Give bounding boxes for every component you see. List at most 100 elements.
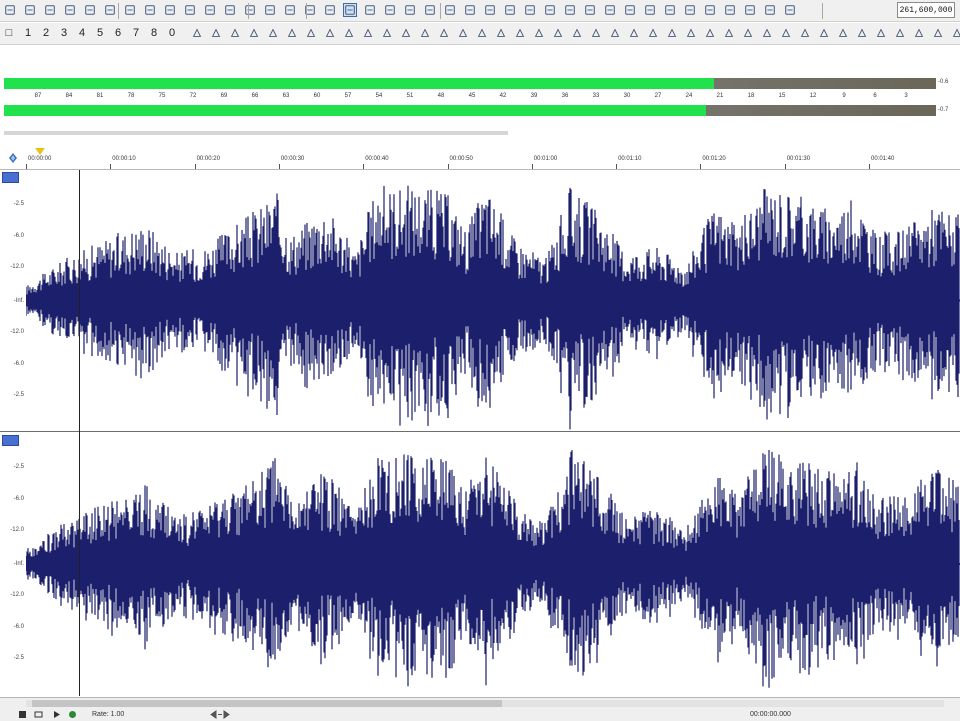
marker-0-button[interactable]: 0 bbox=[165, 26, 179, 40]
play-icon[interactable] bbox=[52, 710, 61, 719]
print-icon[interactable] bbox=[83, 3, 97, 17]
horizontal-scrollbar[interactable] bbox=[26, 700, 944, 707]
effects-icon[interactable] bbox=[623, 3, 637, 17]
zoom-vertical-icon[interactable] bbox=[551, 26, 565, 40]
zoom-full-icon[interactable] bbox=[532, 26, 546, 40]
loop-play-icon[interactable] bbox=[361, 26, 375, 40]
levels-icon[interactable] bbox=[950, 26, 960, 40]
stop-icon[interactable] bbox=[18, 710, 27, 719]
channel-right-icon[interactable] bbox=[2, 435, 19, 446]
save-icon[interactable] bbox=[43, 3, 57, 17]
copy-icon[interactable] bbox=[203, 3, 217, 17]
drop-marker-icon[interactable]: □ bbox=[2, 26, 16, 40]
time-ruler[interactable]: 00:00:00 00:00:10 00:00:20 00:00:30 00:00:40… bbox=[0, 146, 960, 170]
chorus-icon[interactable] bbox=[683, 3, 697, 17]
fast-forward-icon[interactable] bbox=[304, 26, 318, 40]
waveform-right[interactable] bbox=[26, 433, 960, 695]
waveform-left[interactable] bbox=[26, 170, 960, 431]
pencil-icon[interactable] bbox=[399, 26, 413, 40]
pause-icon[interactable] bbox=[228, 26, 242, 40]
stop-icon[interactable] bbox=[247, 26, 261, 40]
zoom-in-vertical-icon[interactable] bbox=[570, 26, 584, 40]
next-marker-icon[interactable] bbox=[323, 26, 337, 40]
join-icon[interactable] bbox=[684, 26, 698, 40]
open-file-icon[interactable] bbox=[23, 3, 37, 17]
level-icon[interactable] bbox=[494, 26, 508, 40]
crop-icon[interactable] bbox=[283, 3, 297, 17]
envelope-icon[interactable] bbox=[403, 3, 417, 17]
snap-icon[interactable] bbox=[589, 26, 603, 40]
marker-1-button[interactable]: 1 bbox=[21, 26, 35, 40]
waveform-channel-left[interactable]: -2.5 -6.0 -12.0 -Inf. -12.0 -6.0 -2.5 bbox=[0, 170, 960, 432]
loop-icon[interactable] bbox=[523, 3, 537, 17]
scrub-icon[interactable] bbox=[437, 26, 451, 40]
position-counter[interactable]: 261,600,000 bbox=[897, 2, 955, 18]
marker-flag-icon[interactable] bbox=[418, 26, 432, 40]
redo-icon[interactable] bbox=[143, 3, 157, 17]
save-as-icon[interactable] bbox=[63, 3, 77, 17]
help-icon[interactable] bbox=[783, 3, 797, 17]
region-list-icon[interactable] bbox=[627, 26, 641, 40]
waveform-channel-right[interactable]: -2.5 -6.0 -12.0 -Inf. -12.0 -6.0 -2.5 bbox=[0, 433, 960, 695]
play-region-icon[interactable] bbox=[583, 3, 597, 17]
grid-icon[interactable] bbox=[608, 26, 622, 40]
rate-slider-icon[interactable] bbox=[210, 710, 230, 719]
click-icon[interactable] bbox=[855, 26, 869, 40]
play-icon[interactable] bbox=[209, 26, 223, 40]
hum-icon[interactable] bbox=[874, 26, 888, 40]
normalize-icon[interactable] bbox=[703, 26, 717, 40]
redo-all-icon[interactable] bbox=[163, 3, 177, 17]
properties-icon[interactable] bbox=[103, 3, 117, 17]
record-icon[interactable] bbox=[563, 3, 577, 17]
zoom-in-icon[interactable] bbox=[363, 3, 377, 17]
reverb-icon[interactable] bbox=[663, 3, 677, 17]
stop-icon[interactable] bbox=[603, 3, 617, 17]
region-icon[interactable] bbox=[503, 3, 517, 17]
fade-icon[interactable] bbox=[456, 26, 470, 40]
snap-icon[interactable] bbox=[7, 152, 19, 164]
bands-icon[interactable] bbox=[912, 26, 926, 40]
record-icon[interactable] bbox=[68, 710, 77, 719]
paste-icon[interactable] bbox=[223, 3, 237, 17]
settings-icon[interactable] bbox=[763, 3, 777, 17]
playhead-marker-icon[interactable] bbox=[35, 148, 45, 155]
channel-left-icon[interactable] bbox=[2, 172, 19, 183]
marker-3-button[interactable]: 3 bbox=[57, 26, 71, 40]
pan-icon[interactable] bbox=[741, 26, 755, 40]
go-end-icon[interactable] bbox=[342, 26, 356, 40]
fade-out-icon[interactable] bbox=[463, 3, 477, 17]
graph-icon[interactable] bbox=[893, 26, 907, 40]
trim-icon[interactable] bbox=[323, 3, 337, 17]
delay-icon[interactable] bbox=[760, 26, 774, 40]
edit-cursor[interactable] bbox=[79, 170, 80, 696]
marker-8-button[interactable]: 8 bbox=[147, 26, 161, 40]
mix-icon[interactable] bbox=[263, 3, 277, 17]
amplify-icon[interactable] bbox=[722, 26, 736, 40]
marker-icon[interactable] bbox=[423, 3, 437, 17]
marker-list-icon[interactable] bbox=[646, 26, 660, 40]
insert-silence-icon[interactable] bbox=[475, 26, 489, 40]
rewind-icon[interactable] bbox=[285, 26, 299, 40]
prev-marker-icon[interactable] bbox=[266, 26, 280, 40]
cut-icon[interactable] bbox=[183, 3, 197, 17]
flanger-icon[interactable] bbox=[779, 26, 793, 40]
marker-7-button[interactable]: 7 bbox=[129, 26, 143, 40]
view-icon[interactable] bbox=[743, 3, 757, 17]
noise-icon[interactable] bbox=[836, 26, 850, 40]
scrollbar-thumb[interactable] bbox=[32, 700, 502, 707]
cross-icon[interactable] bbox=[543, 3, 557, 17]
new-file-icon[interactable] bbox=[3, 3, 17, 17]
marker-4-button[interactable]: 4 bbox=[75, 26, 89, 40]
eq-icon[interactable] bbox=[643, 3, 657, 17]
zoom-selection-icon[interactable] bbox=[513, 26, 527, 40]
spectrum-icon[interactable] bbox=[723, 3, 737, 17]
select-all-icon[interactable] bbox=[343, 3, 357, 17]
normalize-icon[interactable] bbox=[483, 3, 497, 17]
marker-5-button[interactable]: 5 bbox=[93, 26, 107, 40]
overview-scrollbar[interactable] bbox=[4, 131, 508, 135]
split-icon[interactable] bbox=[665, 26, 679, 40]
loop-icon[interactable] bbox=[34, 710, 43, 719]
meter-icon[interactable] bbox=[931, 26, 945, 40]
undo-icon[interactable] bbox=[123, 3, 137, 17]
marker-6-button[interactable]: 6 bbox=[111, 26, 125, 40]
